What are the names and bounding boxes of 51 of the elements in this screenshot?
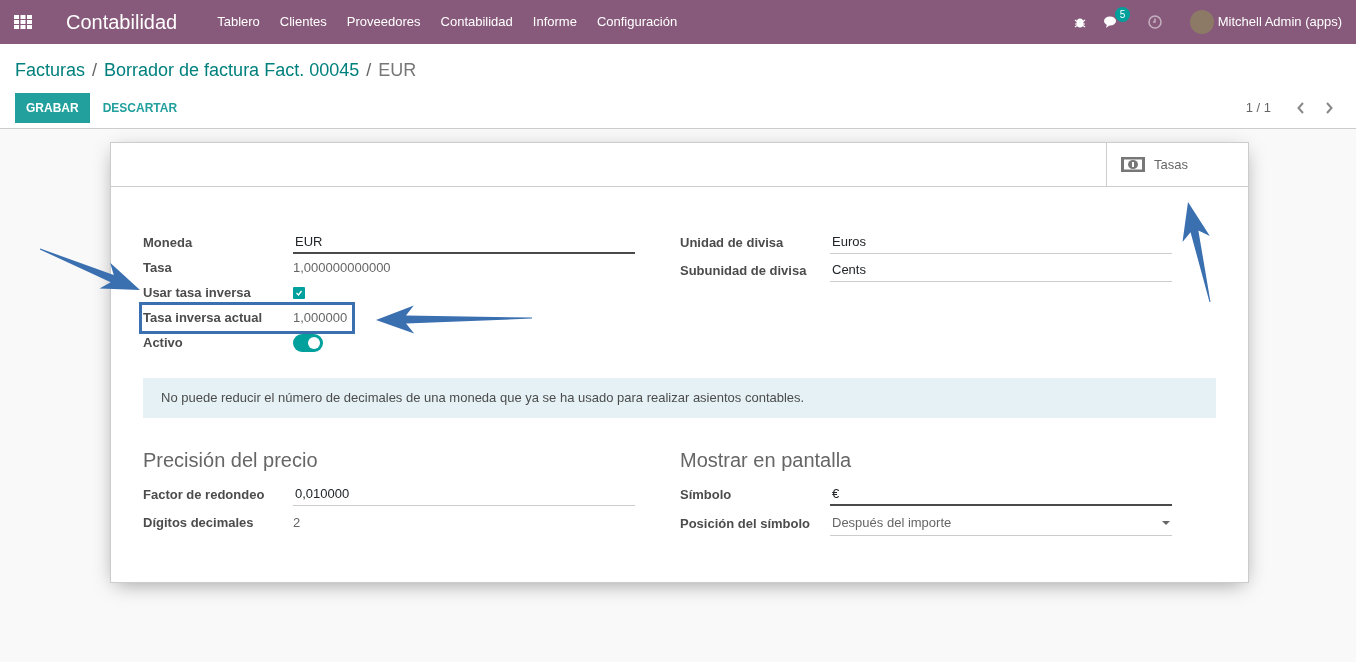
menu-item[interactable]: Clientes	[279, 12, 327, 32]
breadcrumb-separator: /	[366, 59, 372, 82]
menu-item[interactable]: Informe	[532, 12, 577, 32]
banknote-icon	[1121, 157, 1145, 172]
breadcrumb[interactable]: Borrador de factura Fact. 00045	[104, 57, 360, 84]
field-value: 2	[293, 513, 301, 532]
field-label: Símbolo	[680, 485, 733, 504]
caret-icon	[1162, 521, 1170, 525]
current-page-title: EUR	[378, 59, 417, 82]
toggle-switch[interactable]	[293, 334, 323, 352]
previous-icon[interactable]	[1297, 102, 1305, 114]
field-label: Factor de redondeo	[143, 485, 266, 504]
field-label: Activo	[143, 334, 184, 353]
info-alert: No puede reducir el número de decimales de una moneda que ya se ha usado para realizar asientos contables.	[143, 378, 1216, 418]
breadcrumb-separator: /	[92, 59, 98, 82]
apps-grid-icon[interactable]	[14, 15, 32, 29]
message-count-badge: 5	[1114, 6, 1131, 22]
input-field[interactable]: €	[830, 483, 1172, 506]
bug-icon[interactable]	[1073, 16, 1086, 28]
field-label: Tasa inversa actual	[143, 309, 263, 328]
field-label: Moneda	[143, 234, 194, 253]
clock-icon[interactable]	[1147, 15, 1162, 29]
rates-button[interactable]: Tasas	[1106, 143, 1248, 186]
field-label: Subunidad de divisa	[680, 262, 808, 281]
field-label: Tasa	[143, 259, 173, 278]
user-name[interactable]: Mitchell Admin (apps)	[1217, 12, 1342, 32]
section-title: Mostrar en pantalla	[680, 447, 853, 473]
next-icon[interactable]	[1325, 102, 1333, 114]
input-field[interactable]: Cents	[830, 260, 1172, 282]
menu-item[interactable]: Tablero	[217, 12, 260, 32]
menu-item[interactable]: Configuración	[596, 12, 678, 32]
field-label: Dígitos decimales	[143, 513, 255, 532]
checkbox[interactable]	[293, 287, 305, 299]
breadcrumb[interactable]: Facturas	[15, 57, 86, 84]
field-value: 1,000000	[293, 309, 348, 328]
save-button[interactable]: GRABAR	[15, 93, 90, 123]
menu-item[interactable]: Proveedores	[346, 12, 421, 32]
menu-item[interactable]: Contabilidad	[440, 12, 513, 32]
app-title: Contabilidad	[66, 10, 178, 35]
field-label: Unidad de divisa	[680, 234, 785, 253]
field-label: Posición del símbolo	[680, 514, 812, 533]
section-title: Precisión del precio	[143, 447, 319, 473]
select-field[interactable]: Después del importe	[830, 511, 1172, 536]
check-icon	[295, 289, 303, 297]
discard-button[interactable]: DESCARTAR	[89, 93, 191, 123]
pager: 1 / 1	[1245, 99, 1271, 118]
input-field[interactable]: 0,010000	[293, 483, 635, 506]
field-label: Usar tasa inversa	[143, 284, 252, 303]
input-field[interactable]: Euros	[830, 232, 1172, 254]
input-field[interactable]: EUR	[293, 232, 635, 254]
field-value: 1,000000000000	[293, 259, 391, 278]
